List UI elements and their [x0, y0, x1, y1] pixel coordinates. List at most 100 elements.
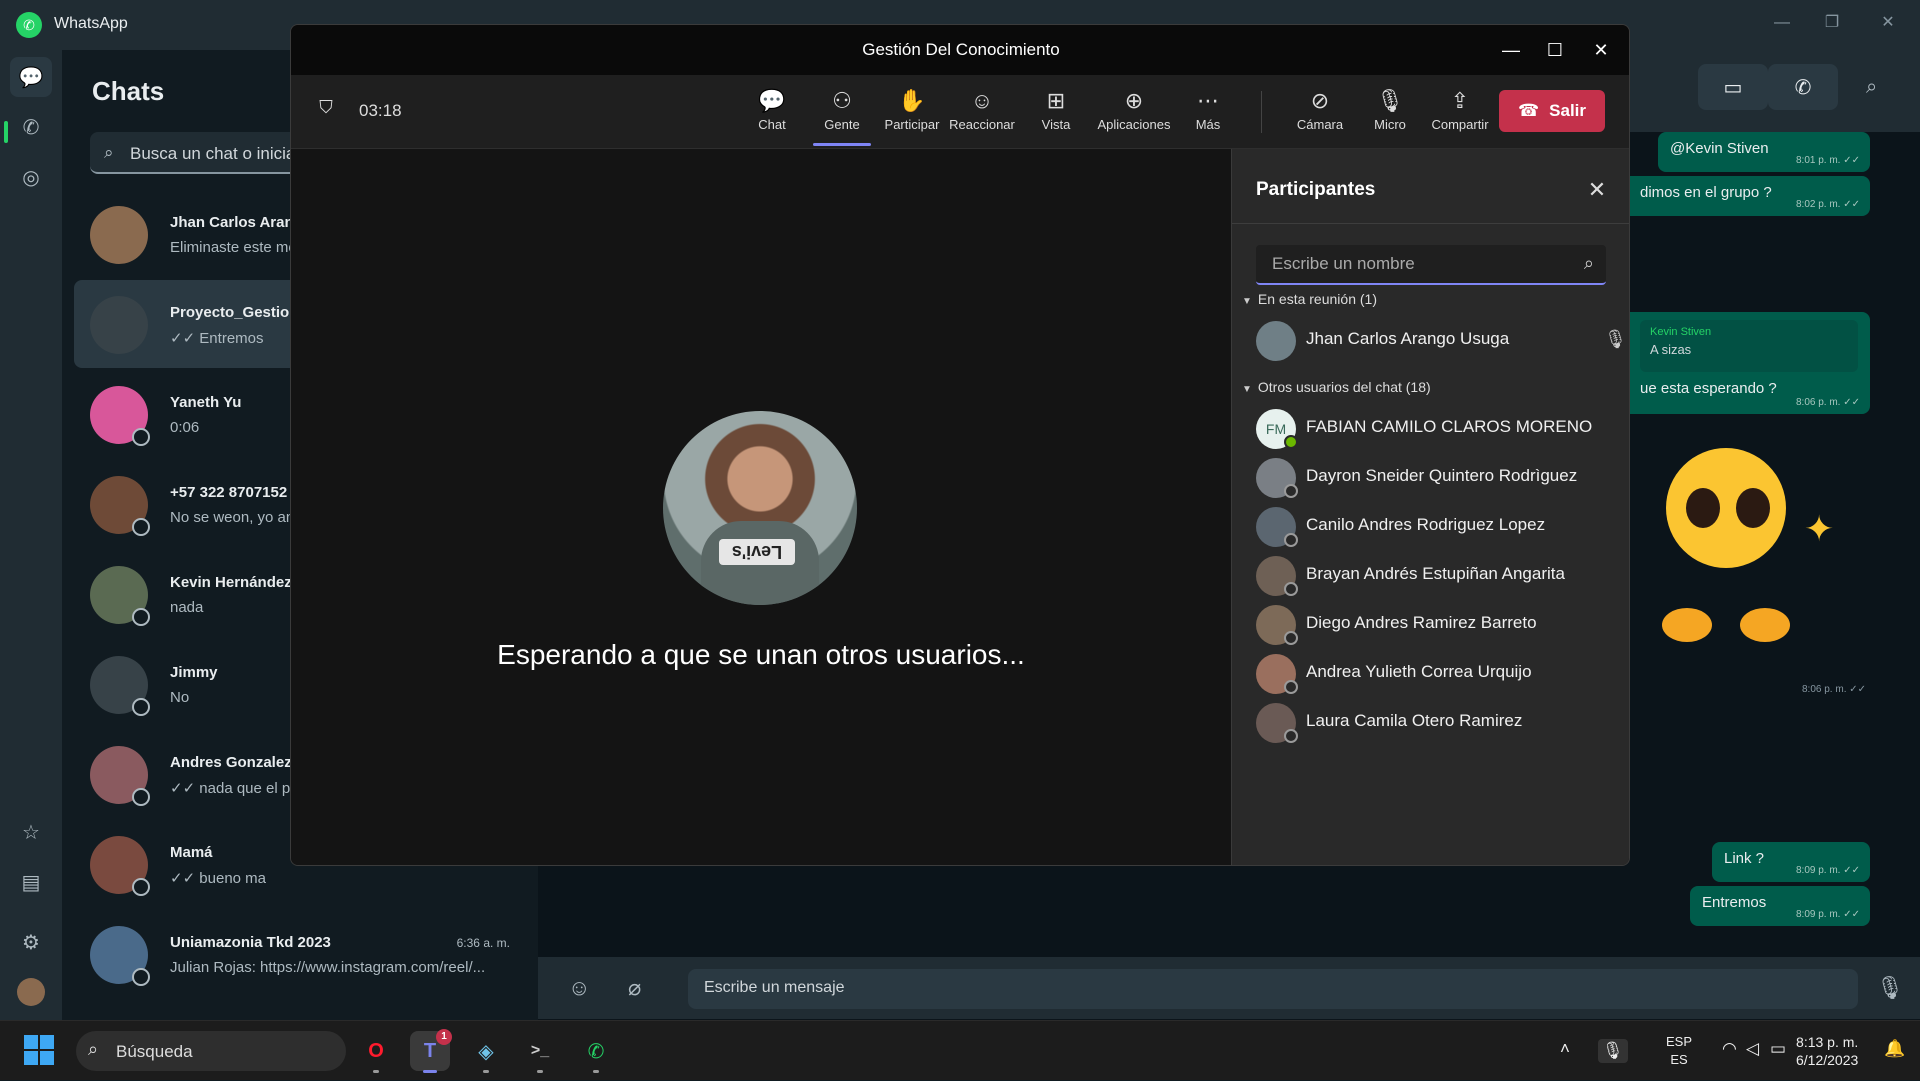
participant-name: Andrea Yulieth Correa Urquijo — [1306, 662, 1532, 681]
quoted-message[interactable]: Kevin Stiven A sizas — [1640, 320, 1858, 372]
chat-name: Mamá — [170, 844, 213, 861]
raise-hand-button[interactable]: ✋ Participar — [877, 87, 947, 143]
teams-icon[interactable]: T 1 — [410, 1029, 452, 1073]
presence-status-icon — [1284, 680, 1298, 694]
status-ring-icon — [132, 608, 150, 626]
windows-start-icon[interactable] — [24, 1035, 54, 1065]
chat-button[interactable]: 💬 Chat — [737, 87, 807, 143]
chat-preview: 0:06 — [170, 419, 200, 436]
microphone-icon[interactable]: 🎙 — [1876, 975, 1904, 1001]
avatar — [90, 296, 148, 354]
chat-name: +57 322 8707152 — [170, 484, 288, 501]
whatsapp-taskbar-icon[interactable]: ✆ — [576, 1031, 616, 1073]
people-button[interactable]: ⚇ Gente — [807, 87, 877, 143]
participant-row[interactable]: Diego Andres Ramirez Barreto — [1256, 601, 1616, 647]
settings-icon[interactable]: ⚙ — [10, 922, 52, 962]
participant-search[interactable]: ⌕ — [1256, 245, 1606, 285]
shield-icon[interactable]: ⛉ — [315, 97, 337, 121]
toolbar-divider — [1261, 91, 1262, 133]
clock-date: 6/12/2023 — [1796, 1052, 1859, 1068]
calls-nav-icon[interactable]: ✆ — [10, 107, 52, 147]
view-button[interactable]: ⊞ Vista — [1021, 87, 1091, 143]
participant-row[interactable]: Jhan Carlos Arango Usuga 🎙 — [1256, 317, 1627, 363]
participant-name: Canilo Andres Rodriguez Lopez — [1306, 515, 1546, 534]
message-text: Entremos — [1702, 894, 1767, 911]
message-input-placeholder: Escribe un mensaje — [704, 979, 845, 996]
sticker-time: 8:06 p. m. ✓✓ — [1802, 684, 1867, 695]
camera-button[interactable]: ⊘ Cámara — [1285, 87, 1355, 143]
participant-row[interactable]: Andrea Yulieth Correa Urquijo — [1256, 650, 1616, 696]
chat-list-item[interactable]: Uniamazonia Tkd 2023 Julian Rojas: https:… — [74, 910, 530, 998]
restore-button[interactable]: ❐ — [1812, 8, 1852, 38]
call-toolbar: ⛉ 03:18 💬 Chat ⚇ Gente ✋ Participar ☺ Re… — [291, 75, 1629, 149]
react-button[interactable]: ☺ Reaccionar — [947, 87, 1017, 143]
share-button[interactable]: ⇪ Compartir — [1425, 87, 1495, 143]
participant-row[interactable]: Canilo Andres Rodriguez Lopez — [1256, 503, 1616, 549]
status-nav-icon[interactable]: ◎ — [10, 157, 52, 197]
clock[interactable]: 8:13 p. m. 6/12/2023 — [1796, 1033, 1858, 1069]
starred-icon[interactable]: ☆ — [10, 812, 52, 852]
emoji-sticker[interactable]: ✦ — [1656, 448, 1836, 668]
participant-row[interactable]: Laura Camila Otero Ramirez — [1256, 699, 1616, 745]
message-bubble: Link ? 8:09 p. m. ✓✓ — [1712, 842, 1870, 882]
volume-icon[interactable]: ◁ — [1746, 1039, 1759, 1059]
leave-call-button[interactable]: ☎ Salir — [1499, 90, 1605, 132]
participant-row[interactable]: Dayron Sneider Quintero Rodrìguez — [1256, 454, 1616, 500]
participant-search-input[interactable] — [1256, 245, 1556, 283]
search-icon: ⌕ — [104, 143, 114, 162]
muted-mic-icon: 🎙 — [1604, 329, 1627, 349]
presence-status-icon — [1284, 729, 1298, 743]
presence-status-icon — [1284, 631, 1298, 645]
taskbar-search[interactable]: ⌕ Búsqueda — [76, 1031, 346, 1071]
apps-button[interactable]: ⊕ Aplicaciones — [1097, 87, 1171, 143]
status-ring-icon — [132, 968, 150, 986]
close-panel-icon[interactable]: ✕ — [1582, 175, 1612, 205]
leave-call-label: Salir — [1549, 101, 1587, 120]
virtualbox-icon[interactable]: ◈ — [466, 1031, 506, 1073]
video-call-icon[interactable]: ▭ — [1698, 64, 1768, 110]
voice-call-icon[interactable]: ✆ — [1768, 64, 1838, 110]
sparkle-icon: ✦ — [1804, 508, 1835, 549]
close-button[interactable]: ✕ — [1868, 8, 1908, 38]
message-input[interactable]: Escribe un mensaje — [688, 969, 1858, 1009]
opera-icon[interactable]: O — [356, 1031, 396, 1073]
system-tray: ˄ 🎙 ESP ES ◠ ◁ ▭ 8:13 p. m. 6/12/2023 🔔 — [1550, 1021, 1920, 1081]
wifi-icon[interactable]: ◠ — [1722, 1039, 1737, 1059]
more-button[interactable]: ⋯ Más — [1173, 87, 1243, 143]
mic-muted-icon[interactable]: 🎙 — [1598, 1039, 1628, 1063]
raise-hand-label: Participar — [884, 117, 940, 132]
message-bubble: Kevin Stiven A sizas ue esta esperando ?… — [1620, 312, 1870, 414]
react-label: Reaccionar — [949, 117, 1015, 132]
search-messages-icon[interactable]: ⌕ — [1866, 76, 1877, 99]
hang-up-icon: ☎ — [1517, 101, 1540, 120]
call-maximize-button[interactable]: ☐ — [1535, 35, 1575, 65]
mic-button[interactable]: 🎙 Micro — [1355, 87, 1425, 143]
participant-row[interactable]: Brayan Andrés Estupiñan Angarita — [1256, 552, 1616, 598]
apps-label: Aplicaciones — [1097, 117, 1171, 132]
chat-button-label: Chat — [758, 117, 786, 132]
chevron-up-icon[interactable]: ˄ — [1560, 1039, 1570, 1059]
participant-row[interactable]: FM FABIAN CAMILO CLAROS MORENO — [1256, 405, 1616, 451]
language-indicator[interactable]: ESP ES — [1666, 1033, 1692, 1069]
more-label: Más — [1195, 117, 1221, 132]
call-close-button[interactable]: ✕ — [1581, 35, 1621, 65]
call-minimize-button[interactable]: — — [1491, 35, 1531, 65]
chats-nav-icon[interactable]: 💬 — [10, 57, 52, 97]
status-ring-icon — [132, 878, 150, 896]
attach-icon[interactable]: ⌀ — [628, 975, 641, 1001]
emoji-icon[interactable]: ☺ — [568, 975, 590, 1001]
in-meeting-header[interactable]: ▼ En esta reunión (1) — [1242, 291, 1377, 307]
notifications-icon[interactable]: 🔔 — [1884, 1039, 1905, 1059]
more-dots-icon: ⋯ — [1197, 88, 1219, 113]
status-ring-icon — [132, 518, 150, 536]
archive-icon[interactable]: ▤ — [10, 862, 52, 902]
taskbar: ⌕ Búsqueda O T 1 ◈ >_ ✆ ˄ 🎙 ESP ES ◠ ◁ ▭… — [0, 1020, 1920, 1080]
others-header[interactable]: ▼ Otros usuarios del chat (18) — [1242, 379, 1431, 395]
message-text: @Kevin Stiven — [1670, 140, 1769, 157]
profile-avatar[interactable] — [10, 972, 52, 1012]
grid-view-icon: ⊞ — [1046, 88, 1066, 113]
message-time: 8:09 p. m. ✓✓ — [1795, 865, 1860, 876]
terminal-icon[interactable]: >_ — [520, 1031, 560, 1073]
battery-icon[interactable]: ▭ — [1770, 1039, 1786, 1059]
minimize-button[interactable]: — — [1762, 8, 1802, 38]
